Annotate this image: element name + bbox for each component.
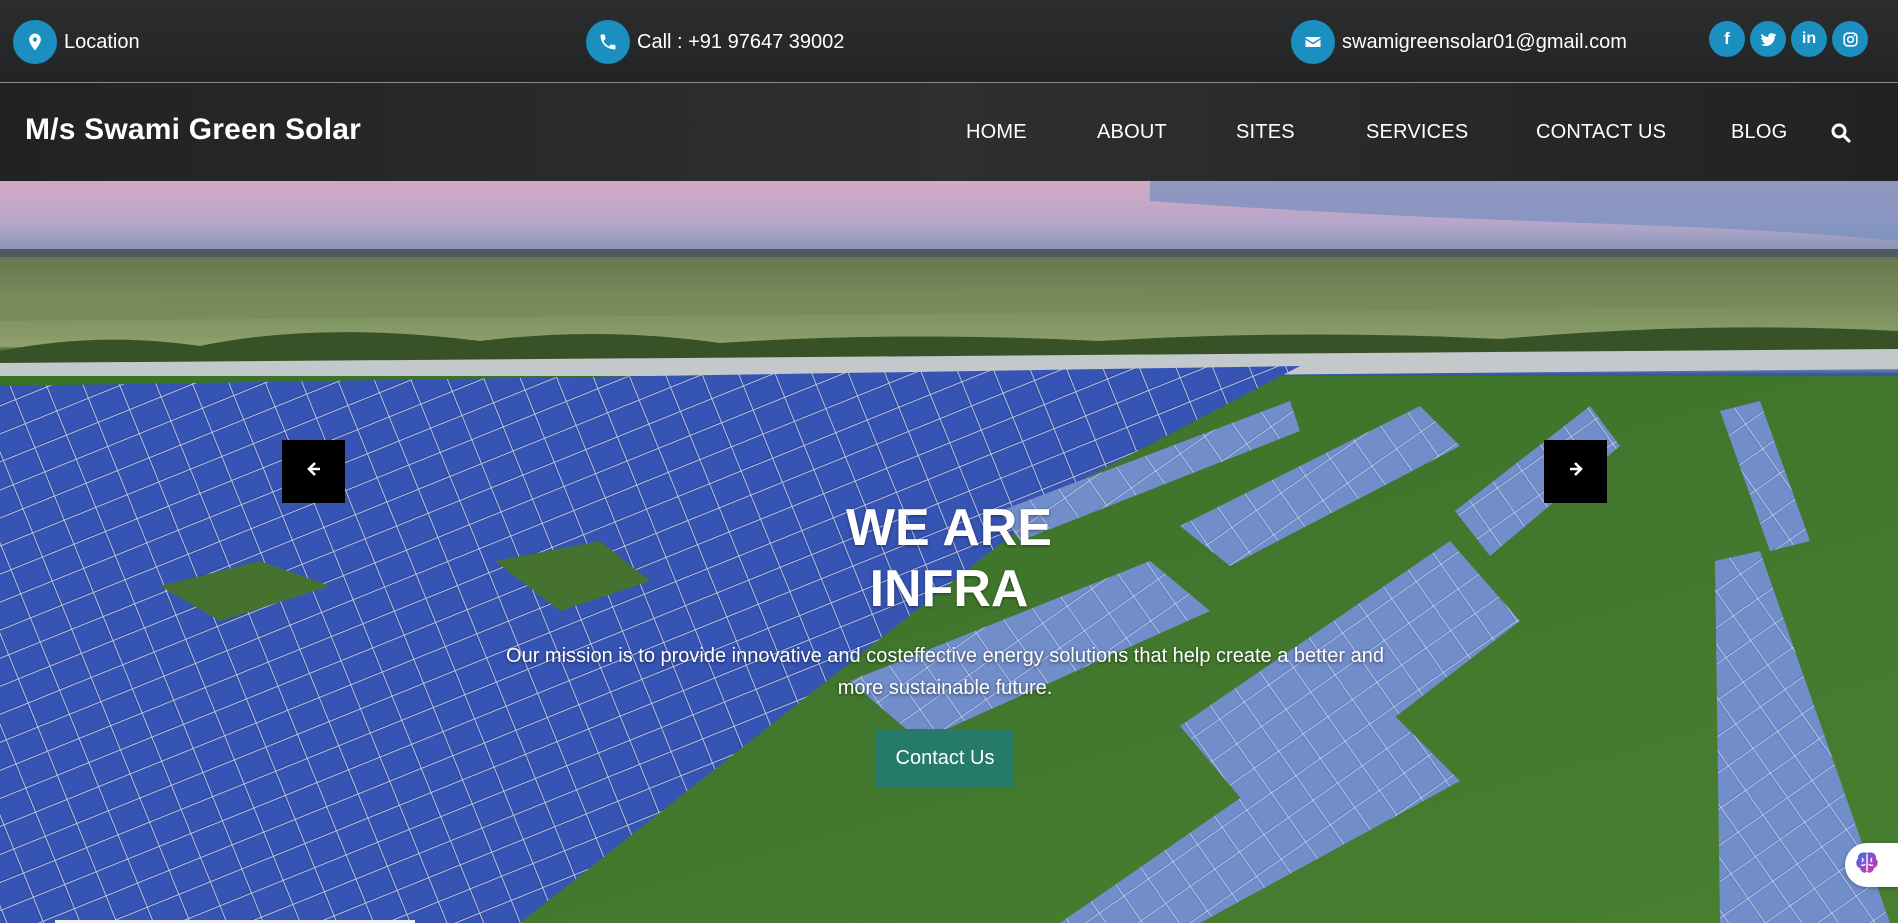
phone-icon [586, 20, 630, 64]
facebook-icon[interactable]: f [1709, 21, 1745, 57]
hero-title-line2: INFRA [869, 560, 1029, 618]
search-icon[interactable] [1829, 121, 1853, 145]
phone-label: Call : +91 97647 39002 [637, 30, 845, 53]
top-contact-bar: Location Call : +91 97647 39002 swamigre… [0, 0, 1898, 83]
nav-sites[interactable]: SITES [1236, 121, 1295, 144]
linkedin-icon[interactable]: in [1791, 21, 1827, 57]
twitter-icon[interactable] [1750, 21, 1786, 57]
nav-home[interactable]: HOME [966, 121, 1027, 144]
social-links: f in [1709, 21, 1868, 57]
arrow-left-icon [306, 461, 322, 482]
nav-services[interactable]: SERVICES [1366, 121, 1468, 144]
envelope-icon [1291, 20, 1335, 64]
main-navbar: M/s Swami Green Solar HOME ABOUT SITES S… [0, 83, 1898, 181]
assistant-widget[interactable] [1845, 843, 1898, 887]
slider-prev-button[interactable] [282, 440, 345, 503]
map-marker-icon [13, 20, 57, 64]
contact-us-button[interactable]: Contact Us [876, 729, 1014, 787]
nav-blog[interactable]: BLOG [1731, 121, 1787, 144]
nav-about[interactable]: ABOUT [1097, 121, 1167, 144]
arrow-right-icon [1568, 461, 1584, 482]
hero-subtitle: Our mission is to provide innovative and… [506, 645, 1384, 699]
hero-title-line1: WE ARE [845, 499, 1053, 557]
location-link[interactable]: Location [13, 20, 140, 64]
instagram-icon[interactable] [1832, 21, 1868, 57]
hero-title: WE ARE INFRA [0, 498, 1898, 620]
slider-next-button[interactable] [1544, 440, 1607, 503]
email-label: swamigreensolar01@gmail.com [1342, 30, 1627, 53]
nav-contact-us[interactable]: CONTACT US [1536, 121, 1666, 144]
site-brand[interactable]: M/s Swami Green Solar [25, 113, 361, 147]
brain-icon [1853, 849, 1881, 882]
phone-link[interactable]: Call : +91 97647 39002 [586, 20, 844, 64]
email-link[interactable]: swamigreensolar01@gmail.com [1291, 20, 1627, 64]
location-label: Location [64, 30, 140, 53]
